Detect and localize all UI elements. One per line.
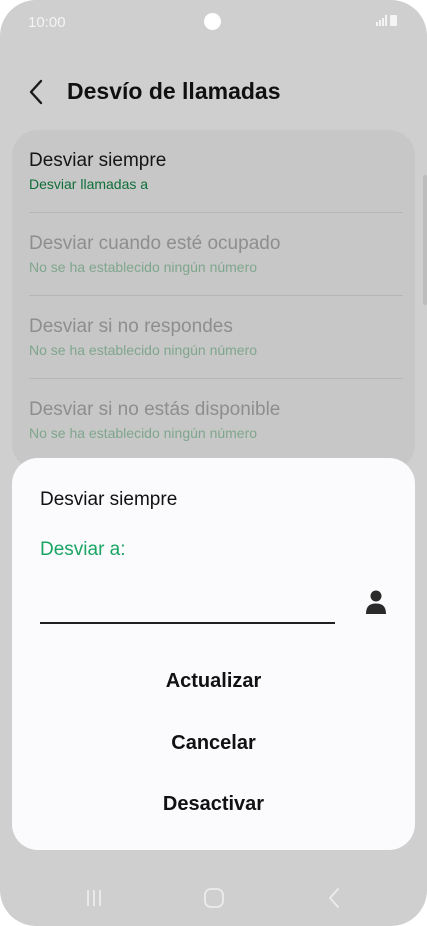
- back-icon[interactable]: [304, 876, 364, 920]
- forward-dialog: Desviar siempre Desviar a: Actualizar Ca…: [12, 458, 415, 850]
- forward-number-input[interactable]: [40, 586, 335, 624]
- option-title: Desviar si no respondes: [29, 316, 233, 337]
- divider: [29, 212, 403, 213]
- cancel-button[interactable]: Cancelar: [40, 721, 387, 765]
- option-desviar-no-respondes[interactable]: Desviar si no respondes No se ha estable…: [29, 316, 403, 359]
- divider: [29, 378, 403, 379]
- option-subtitle: No se ha establecido ningún número: [29, 342, 258, 358]
- option-subtitle: No se ha establecido ningún número: [29, 425, 258, 441]
- status-icons: [376, 15, 397, 26]
- option-subtitle: Desviar llamadas a: [29, 176, 149, 192]
- recent-apps-icon[interactable]: [64, 876, 124, 920]
- home-icon[interactable]: [184, 876, 244, 920]
- page-title: Desvío de llamadas: [67, 78, 281, 104]
- signal-icon: [376, 15, 387, 26]
- option-title: Desviar siempre: [29, 150, 167, 171]
- option-title: Desviar si no estás disponible: [29, 399, 281, 420]
- option-subtitle: No se ha establecido ningún número: [29, 259, 258, 275]
- update-button[interactable]: Actualizar: [40, 659, 387, 703]
- option-title: Desviar cuando esté ocupado: [29, 233, 281, 254]
- status-time: 10:00: [28, 14, 66, 31]
- deactivate-button[interactable]: Desactivar: [40, 782, 387, 826]
- dialog-title: Desviar siempre: [40, 489, 178, 510]
- divider: [29, 295, 403, 296]
- chevron-left-icon[interactable]: [26, 76, 48, 108]
- option-desviar-no-disponible[interactable]: Desviar si no estás disponible No se ha …: [29, 399, 403, 442]
- option-desviar-siempre[interactable]: Desviar siempre Desviar llamadas a: [29, 150, 403, 193]
- scrollbar[interactable]: [423, 175, 427, 305]
- forward-to-label: Desviar a:: [40, 539, 126, 560]
- navigation-bar: [0, 876, 427, 920]
- forwarding-options-card: Desviar siempre Desviar llamadas a Desvi…: [12, 130, 415, 470]
- camera-cutout-icon: [204, 13, 221, 30]
- phone-screen: 10:00 Desvío de llamadas Desviar siempre…: [0, 0, 427, 926]
- battery-icon: [390, 15, 397, 26]
- option-desviar-ocupado[interactable]: Desviar cuando esté ocupado No se ha est…: [29, 233, 403, 276]
- status-bar: 10:00: [0, 0, 427, 44]
- app-header: Desvío de llamadas: [0, 62, 427, 122]
- person-icon[interactable]: [364, 588, 388, 616]
